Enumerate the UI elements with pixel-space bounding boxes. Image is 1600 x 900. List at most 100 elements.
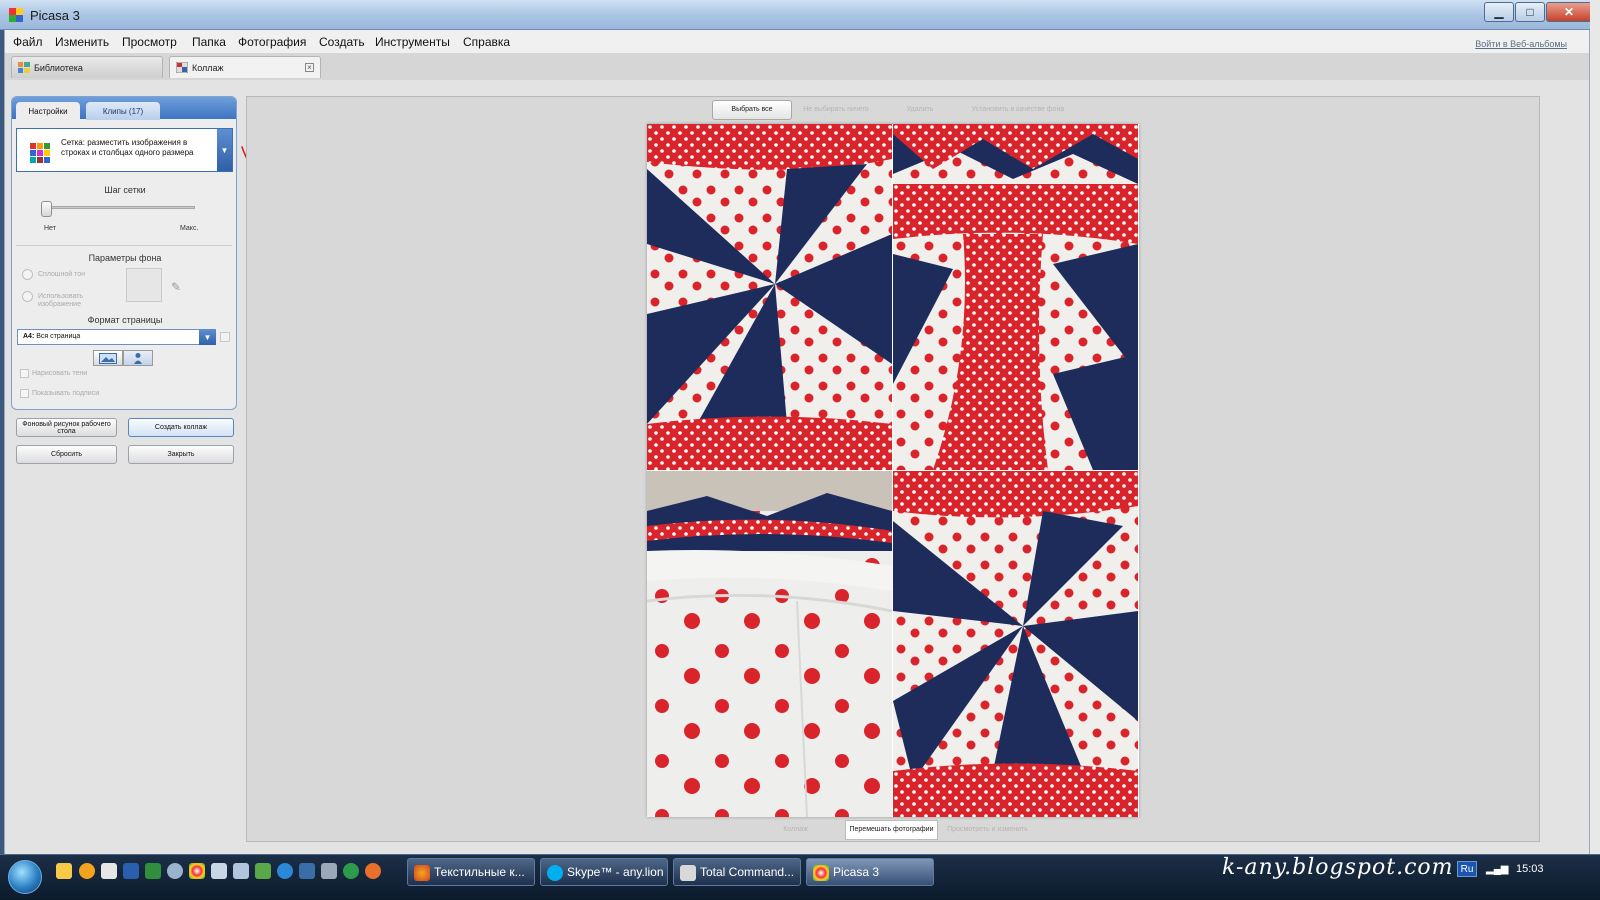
task-firefox[interactable]: Текстильные к... bbox=[407, 858, 535, 886]
picasa-icon bbox=[813, 865, 829, 881]
collage-icon bbox=[176, 62, 188, 73]
landscape-button[interactable] bbox=[93, 350, 123, 366]
bg-solid-radio[interactable] bbox=[22, 269, 33, 280]
quicklaunch-picasa-icon[interactable] bbox=[189, 863, 205, 879]
quicklaunch-firefox-icon[interactable] bbox=[365, 863, 381, 879]
chevron-down-icon[interactable]: ▼ bbox=[199, 329, 216, 345]
quicklaunch-word-icon[interactable] bbox=[123, 863, 139, 879]
picasa-logo-icon bbox=[9, 8, 23, 22]
network-signal-icon[interactable]: ▂▄▆ bbox=[1486, 864, 1508, 875]
landscape-icon bbox=[99, 352, 117, 364]
desktop-background-button[interactable]: Фоновый рисунок рабочего стола bbox=[16, 418, 117, 437]
clock[interactable]: 15:03 bbox=[1516, 863, 1544, 875]
maximize-button[interactable]: □ bbox=[1515, 2, 1545, 22]
show-captions-checkbox[interactable] bbox=[20, 389, 29, 398]
tab-library-label: Библиотека bbox=[34, 62, 83, 73]
grid-step-slider-thumb[interactable] bbox=[41, 201, 52, 217]
task-skype[interactable]: Skype™ - any.lion bbox=[540, 858, 668, 886]
close-collage-button[interactable]: Закрыть bbox=[128, 445, 234, 464]
quicklaunch-doc-icon[interactable] bbox=[233, 863, 249, 879]
draw-shadows-label: Нарисовать тени bbox=[32, 370, 88, 377]
language-indicator[interactable]: Ru bbox=[1457, 861, 1477, 877]
divider bbox=[16, 245, 232, 246]
grid-step-slider-track[interactable] bbox=[45, 206, 195, 209]
collage-photo-1[interactable] bbox=[647, 124, 892, 470]
quicklaunch-tree-icon[interactable] bbox=[255, 863, 271, 879]
draw-shadows-checkbox[interactable] bbox=[20, 369, 29, 378]
quicklaunch-ie-icon[interactable] bbox=[277, 863, 293, 879]
page-format-label: Формат страницы bbox=[87, 315, 163, 325]
select-none-button[interactable]: Не выбирать ничего bbox=[794, 100, 878, 120]
view-tabs: Библиотека Коллаж × bbox=[5, 54, 1589, 80]
window-right-edge bbox=[1590, 0, 1600, 900]
task-total-commander[interactable]: Total Command... bbox=[673, 858, 801, 886]
menu-tools[interactable]: Инструменты bbox=[375, 35, 450, 49]
page-format-value: Вся страница bbox=[36, 333, 81, 340]
reset-button[interactable]: Сбросить bbox=[16, 445, 117, 464]
skype-icon bbox=[547, 865, 563, 881]
quicklaunch-folder-icon[interactable] bbox=[56, 863, 72, 879]
start-button[interactable] bbox=[8, 860, 42, 894]
tab-clips[interactable]: Клипы (17) bbox=[86, 102, 160, 120]
close-window-button[interactable]: ✕ bbox=[1546, 2, 1592, 22]
quicklaunch-desktop-icon[interactable] bbox=[299, 863, 315, 879]
preview-edit-tab[interactable]: Просмотреть и изменить bbox=[940, 820, 1035, 840]
portrait-icon bbox=[134, 353, 142, 364]
task-skype-label: Skype™ - any.lion bbox=[567, 865, 664, 879]
quicklaunch-calendar-icon[interactable] bbox=[101, 863, 117, 879]
chevron-down-icon[interactable]: ▼ bbox=[217, 129, 232, 171]
collage-photo-4[interactable] bbox=[893, 471, 1138, 817]
menu-view[interactable]: Просмотр bbox=[122, 35, 177, 49]
menu-folder[interactable]: Папка bbox=[192, 35, 226, 49]
eyedropper-icon[interactable]: ✎ bbox=[171, 280, 181, 294]
create-collage-button[interactable]: Создать коллаж bbox=[128, 418, 234, 437]
select-all-button[interactable]: Выбрать все bbox=[712, 100, 792, 120]
show-captions-label: Показывать подписи bbox=[32, 390, 100, 397]
bg-color-swatch[interactable] bbox=[126, 268, 162, 302]
set-as-background-button[interactable]: Установить в качестве фона bbox=[964, 100, 1072, 120]
page-format-dropdown[interactable]: A4: Вся страница bbox=[17, 329, 216, 345]
shuffle-photos-tab[interactable]: Перемешать фотографии bbox=[845, 820, 938, 840]
layout-dropdown[interactable]: Сетка: разместить изображения в строках … bbox=[16, 128, 233, 172]
quicklaunch-window-icon[interactable] bbox=[211, 863, 227, 879]
slider-min-label: Нет bbox=[44, 225, 56, 232]
page-format-options[interactable] bbox=[220, 332, 230, 342]
menu-bar: Файл Изменить Просмотр Папка Фотография … bbox=[5, 30, 1589, 54]
task-picasa[interactable]: Picasa 3 bbox=[806, 858, 934, 886]
sign-in-web-albums-link[interactable]: Войти в Веб-альбомы bbox=[1475, 39, 1567, 49]
quicklaunch-settings-icon[interactable] bbox=[167, 863, 183, 879]
blog-watermark: k-any.blogspot.com bbox=[1222, 855, 1454, 880]
quicklaunch-excel-icon[interactable] bbox=[145, 863, 161, 879]
menu-create[interactable]: Создать bbox=[319, 35, 365, 49]
grid-step-label: Шаг сетки bbox=[104, 185, 146, 195]
collage-settings-panel: Настройки Клипы (17) Сетка: разместить и… bbox=[11, 96, 237, 410]
tab-collage[interactable]: Коллаж × bbox=[169, 56, 321, 78]
quicklaunch-tool-icon[interactable] bbox=[321, 863, 337, 879]
menu-edit[interactable]: Изменить bbox=[55, 35, 109, 49]
quicklaunch-app-icon[interactable] bbox=[79, 863, 95, 879]
minimize-button[interactable]: ▁ bbox=[1484, 2, 1514, 22]
layout-value: Сетка: разместить изображения в строках … bbox=[61, 138, 194, 157]
collage-view-tab[interactable]: Коллаж bbox=[748, 820, 843, 840]
collage-photo-2[interactable] bbox=[893, 124, 1138, 470]
tab-library[interactable]: Библиотека bbox=[11, 56, 163, 78]
bg-params-label: Параметры фона bbox=[88, 253, 162, 263]
delete-button[interactable]: Удалить bbox=[880, 100, 960, 120]
bg-image-radio[interactable] bbox=[22, 291, 33, 302]
library-icon bbox=[18, 62, 30, 73]
menu-file[interactable]: Файл bbox=[13, 35, 43, 49]
total-commander-icon bbox=[680, 865, 696, 881]
task-total-commander-label: Total Command... bbox=[700, 865, 795, 879]
quicklaunch-chat-icon[interactable] bbox=[343, 863, 359, 879]
menu-picture[interactable]: Фотография bbox=[238, 35, 306, 49]
window-title: Picasa 3 bbox=[30, 8, 80, 23]
close-tab-icon[interactable]: × bbox=[305, 63, 314, 72]
grid-layout-icon bbox=[30, 143, 50, 163]
collage-photo-3[interactable] bbox=[647, 471, 892, 817]
tab-settings[interactable]: Настройки bbox=[16, 102, 80, 120]
menu-help[interactable]: Справка bbox=[463, 35, 510, 49]
portrait-button[interactable] bbox=[123, 350, 153, 366]
bg-image-label: Использовать изображение bbox=[38, 293, 84, 308]
page-format-size: A4: bbox=[23, 333, 35, 340]
firefox-icon bbox=[414, 865, 430, 881]
